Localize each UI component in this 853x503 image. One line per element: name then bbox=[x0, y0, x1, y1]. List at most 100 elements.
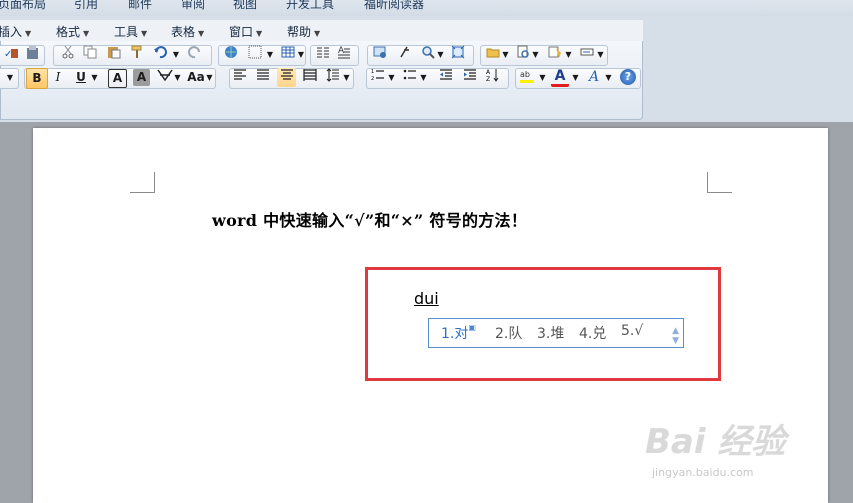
candidate-item[interactable]: 4.兑 bbox=[579, 323, 606, 343]
distributed-icon[interactable] bbox=[301, 68, 319, 87]
baidu-jingyan-watermark: Bai 经验 jingyan.baidu.com bbox=[645, 414, 786, 479]
zoom-icon[interactable] bbox=[419, 45, 437, 64]
italic-button[interactable]: I bbox=[49, 68, 67, 87]
menu-window[interactable]: 窗口 ▼ bbox=[229, 23, 262, 40]
insert-table-icon[interactable] bbox=[279, 45, 297, 64]
character-border-button[interactable]: A bbox=[108, 69, 127, 88]
bullets-dropdown-chevron-icon[interactable]: ▼ bbox=[419, 68, 428, 87]
ribbon-tabs: 页面布局 引用 邮件 审阅 视图 开发工具 福昕阅读器 bbox=[0, 0, 853, 16]
numbering-dropdown-chevron-icon[interactable]: ▼ bbox=[387, 68, 396, 87]
menu-help[interactable]: 帮助 ▼ bbox=[287, 23, 320, 40]
chevron-down-icon: ▼ bbox=[83, 29, 90, 38]
svg-text:A: A bbox=[486, 69, 491, 76]
sort-icon[interactable]: AZ bbox=[484, 68, 502, 87]
form-field-icon[interactable] bbox=[578, 45, 596, 64]
zoom-dropdown-chevron-icon[interactable]: ▼ bbox=[436, 45, 445, 64]
tab-developer[interactable]: 开发工具 bbox=[286, 0, 334, 12]
document-title: word 中快速输入“√”和“×” 符号的方法！ bbox=[212, 211, 528, 230]
research-icon[interactable] bbox=[24, 45, 42, 64]
print-preview-icon[interactable] bbox=[514, 45, 532, 64]
preview-dropdown-chevron-icon[interactable]: ▼ bbox=[531, 45, 540, 64]
font-color-button[interactable]: A bbox=[551, 67, 569, 87]
folder-dropdown-chevron-icon[interactable]: ▼ bbox=[501, 45, 510, 64]
candidate-item[interactable]: 1.对▣ bbox=[441, 323, 476, 343]
menu-table[interactable]: 表格 ▼ bbox=[171, 23, 204, 40]
bold-button[interactable]: B bbox=[26, 68, 48, 89]
candidate-item[interactable]: 5.√ bbox=[621, 323, 643, 339]
menu-tools[interactable]: 工具 ▼ bbox=[114, 23, 147, 40]
tab-view[interactable]: 视图 bbox=[233, 0, 257, 12]
crop-mark-top-left bbox=[130, 172, 155, 193]
borders-icon[interactable] bbox=[246, 45, 264, 64]
character-scale-icon[interactable] bbox=[156, 68, 174, 87]
highlight-dropdown-chevron-icon[interactable]: ▼ bbox=[538, 68, 547, 87]
chevron-down-icon: ▼ bbox=[198, 29, 205, 38]
tab-mailings[interactable]: 邮件 bbox=[128, 0, 152, 12]
svg-text:Z: Z bbox=[486, 76, 490, 82]
undo-dropdown-chevron-icon[interactable]: ▼ bbox=[171, 45, 181, 64]
justify-icon[interactable] bbox=[254, 68, 272, 87]
svg-text:A: A bbox=[588, 69, 599, 84]
align-left-icon[interactable] bbox=[231, 68, 249, 87]
tab-page-layout[interactable]: 页面布局 bbox=[0, 0, 46, 12]
hyperlink-globe-icon[interactable] bbox=[222, 45, 240, 64]
columns-icon[interactable] bbox=[314, 45, 332, 64]
chevron-down-icon: ▼ bbox=[141, 29, 148, 38]
watermark-logo: Bai 经验 bbox=[645, 422, 786, 462]
decrease-indent-icon[interactable] bbox=[437, 68, 455, 87]
svg-text:1: 1 bbox=[371, 69, 374, 75]
borders-dropdown-chevron-icon[interactable]: ▼ bbox=[265, 45, 275, 64]
svg-text:2: 2 bbox=[371, 76, 374, 82]
text-direction-icon[interactable]: A bbox=[335, 45, 353, 64]
crop-mark-top-right bbox=[707, 172, 732, 193]
text-effect-icon[interactable]: A bbox=[587, 68, 605, 87]
tab-foxit-reader[interactable]: 福昕阅读器 bbox=[364, 0, 424, 12]
cut-icon[interactable] bbox=[59, 45, 77, 64]
styles-icon[interactable] bbox=[546, 45, 564, 64]
change-case-button[interactable]: Aa bbox=[186, 68, 206, 87]
highlight-icon[interactable]: ab bbox=[518, 68, 536, 87]
help-button[interactable]: ? bbox=[620, 69, 636, 85]
bulleted-list-icon[interactable] bbox=[401, 68, 419, 87]
font-color-dropdown-chevron-icon[interactable]: ▼ bbox=[571, 68, 580, 87]
ime-composition-text: dui bbox=[414, 289, 439, 308]
ime-candidate-window: 1.对▣ 2.队 3.堆 4.兑 5.√ ▲ ▼ bbox=[428, 318, 684, 348]
menu-bar: 插入 ▼ 格式 ▼ 工具 ▼ 表格 ▼ 窗口 ▼ 帮助 ▼ bbox=[0, 20, 643, 42]
full-screen-icon[interactable] bbox=[449, 45, 467, 64]
watermark-url: jingyan.baidu.com bbox=[652, 466, 754, 479]
chevron-down-icon: ▼ bbox=[256, 29, 263, 38]
scale-dropdown-chevron-icon[interactable]: ▼ bbox=[173, 68, 182, 87]
font-size-dropdown-chevron-icon[interactable]: ▼ bbox=[4, 68, 16, 87]
character-shading-button[interactable]: A bbox=[133, 69, 150, 86]
numbered-list-icon[interactable]: 12 bbox=[369, 68, 387, 87]
drawing-icon[interactable] bbox=[371, 45, 389, 64]
case-dropdown-chevron-icon[interactable]: ▼ bbox=[205, 68, 214, 87]
underline-dropdown-chevron-icon[interactable]: ▼ bbox=[90, 68, 99, 87]
candidate-item[interactable]: 2.队 bbox=[495, 323, 522, 343]
candidate-page-arrows-icon[interactable]: ▲ ▼ bbox=[672, 326, 679, 346]
increase-indent-icon[interactable] bbox=[461, 68, 479, 87]
table-dropdown-chevron-icon[interactable]: ▼ bbox=[297, 45, 305, 64]
spacing-dropdown-chevron-icon[interactable]: ▼ bbox=[342, 68, 351, 87]
effect-dropdown-chevron-icon[interactable]: ▼ bbox=[604, 68, 613, 87]
candidate-item[interactable]: 3.堆 bbox=[537, 323, 564, 343]
show-hide-marks-icon[interactable] bbox=[395, 45, 413, 64]
paste-icon[interactable] bbox=[105, 45, 123, 64]
styles-dropdown-chevron-icon[interactable]: ▼ bbox=[564, 45, 573, 64]
format-painter-icon[interactable] bbox=[128, 45, 146, 64]
menu-insert[interactable]: 插入 ▼ bbox=[0, 23, 31, 40]
spelling-check-icon[interactable]: ✓ bbox=[2, 45, 20, 64]
underline-button[interactable]: U bbox=[72, 68, 90, 87]
svg-text:ab: ab bbox=[520, 70, 530, 79]
copy-icon[interactable] bbox=[81, 45, 99, 64]
line-spacing-icon[interactable] bbox=[324, 68, 342, 87]
tab-references[interactable]: 引用 bbox=[74, 0, 98, 12]
tab-review[interactable]: 审阅 bbox=[181, 0, 205, 12]
redo-icon[interactable] bbox=[186, 45, 204, 64]
menu-format[interactable]: 格式 ▼ bbox=[56, 23, 89, 40]
chevron-down-icon: ▼ bbox=[25, 29, 32, 38]
form-dropdown-chevron-icon[interactable]: ▼ bbox=[596, 45, 605, 64]
undo-icon[interactable] bbox=[151, 45, 169, 64]
align-center-icon[interactable] bbox=[277, 68, 296, 87]
open-folder-icon[interactable] bbox=[484, 45, 502, 64]
